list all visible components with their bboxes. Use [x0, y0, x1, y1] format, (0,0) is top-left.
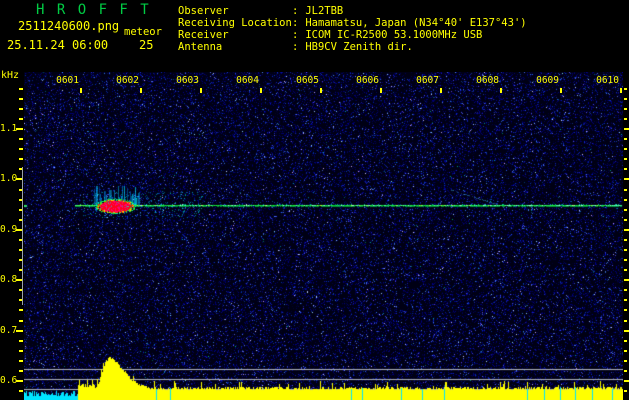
- y-minor-tick: [19, 390, 23, 393]
- y-minor-tick: [19, 158, 23, 161]
- mode-label: meteor: [124, 26, 162, 38]
- meta-value: JL2TBB: [305, 5, 344, 17]
- meta-row-observer: Observer: JL2TBB: [178, 5, 527, 17]
- y-minor-tick-right: [624, 269, 627, 272]
- y-minor-tick: [19, 117, 23, 120]
- y-minor-tick-right: [624, 208, 627, 211]
- y-minor-tick-right: [624, 148, 627, 151]
- y-minor-tick: [19, 359, 23, 362]
- y-minor-tick: [19, 319, 23, 322]
- meta-label: Receiver: [178, 29, 229, 41]
- y-minor-tick-right: [624, 198, 627, 201]
- y-tick-label: 1.0: [0, 173, 18, 185]
- y-minor-tick: [19, 138, 23, 141]
- meta-label: Receiving Location: [178, 17, 292, 29]
- y-minor-tick-right: [624, 289, 627, 292]
- y-tick-label: 0.8: [0, 274, 18, 286]
- y-minor-tick: [19, 87, 23, 90]
- y-minor-tick: [19, 309, 23, 312]
- spectrogram-canvas: [24, 72, 623, 400]
- meta-value: ICOM IC-R2500 53.1000MHz USB: [305, 29, 483, 41]
- y-minor-tick: [19, 349, 23, 352]
- y-minor-tick-right: [624, 188, 627, 191]
- meteor-count: 25: [139, 38, 154, 52]
- y-major-tick: [16, 380, 23, 383]
- y-minor-tick-right: [624, 238, 627, 241]
- meta-row-antenna: Antenna: HB9CV Zenith dir.: [178, 41, 527, 53]
- y-minor-tick: [19, 148, 23, 151]
- y-minor-tick-right: [624, 390, 627, 393]
- datetime: 25.11.24 06:00: [7, 38, 109, 52]
- y-tick-label: 0.7: [0, 324, 18, 336]
- meta-row-location: Receiving Location: Hamamatsu, Japan (N34…: [178, 17, 527, 29]
- y-major-tick-right: [624, 380, 629, 383]
- y-tick-label: 1.1: [0, 123, 18, 134]
- y-major-tick-right: [624, 329, 629, 332]
- y-minor-tick-right: [624, 349, 627, 352]
- y-major-tick-right: [624, 228, 629, 231]
- y-major-tick-right: [624, 178, 629, 181]
- meta-colon: :: [292, 5, 299, 17]
- y-minor-tick-right: [624, 107, 627, 110]
- meta-row-receiver: Receiver: ICOM IC-R2500 53.1000MHz USB: [178, 29, 527, 41]
- meta-value: HB9CV Zenith dir.: [305, 41, 413, 53]
- hrofft-screen: H R O F F T 2511240600.png meteor 25.11.…: [0, 0, 629, 400]
- y-minor-tick-right: [624, 299, 627, 302]
- y-minor-tick-right: [624, 218, 627, 221]
- y-tick-label: 0.9: [0, 223, 18, 235]
- y-minor-tick: [19, 339, 23, 342]
- y-tick-label: 0.6: [0, 375, 18, 386]
- y-major-tick-right: [624, 279, 629, 282]
- band-marker-line: [22, 167, 23, 305]
- meta-label: Observer: [178, 5, 229, 17]
- y-minor-tick-right: [624, 97, 627, 100]
- meta-label: Antenna: [178, 41, 223, 53]
- y-axis-unit-label: kHz: [1, 70, 20, 81]
- y-minor-tick-right: [624, 319, 627, 322]
- meta-value: Hamamatsu, Japan (N34°40' E137°43'): [305, 17, 527, 29]
- y-minor-tick-right: [624, 309, 627, 312]
- y-major-tick-right: [624, 128, 629, 131]
- y-minor-tick-right: [624, 117, 627, 120]
- station-metadata: Observer: JL2TBB Receiving Location: Hamam…: [178, 5, 527, 53]
- y-minor-tick-right: [624, 87, 627, 90]
- y-minor-tick-right: [624, 359, 627, 362]
- y-major-tick: [16, 329, 23, 332]
- y-minor-tick-right: [624, 168, 627, 171]
- y-minor-tick-right: [624, 369, 627, 372]
- y-minor-tick: [19, 369, 23, 372]
- y-minor-tick-right: [624, 158, 627, 161]
- y-minor-tick-right: [624, 339, 627, 342]
- y-minor-tick: [19, 97, 23, 100]
- y-major-tick: [16, 128, 23, 131]
- meta-colon: :: [292, 41, 299, 53]
- meta-colon: :: [292, 17, 299, 29]
- y-minor-tick: [19, 107, 23, 110]
- y-minor-tick-right: [624, 259, 627, 262]
- y-minor-tick-right: [624, 248, 627, 251]
- meta-colon: :: [292, 29, 299, 41]
- y-minor-tick-right: [624, 138, 627, 141]
- filename: 2511240600.png: [18, 19, 120, 33]
- app-title: H R O F F T: [36, 2, 151, 18]
